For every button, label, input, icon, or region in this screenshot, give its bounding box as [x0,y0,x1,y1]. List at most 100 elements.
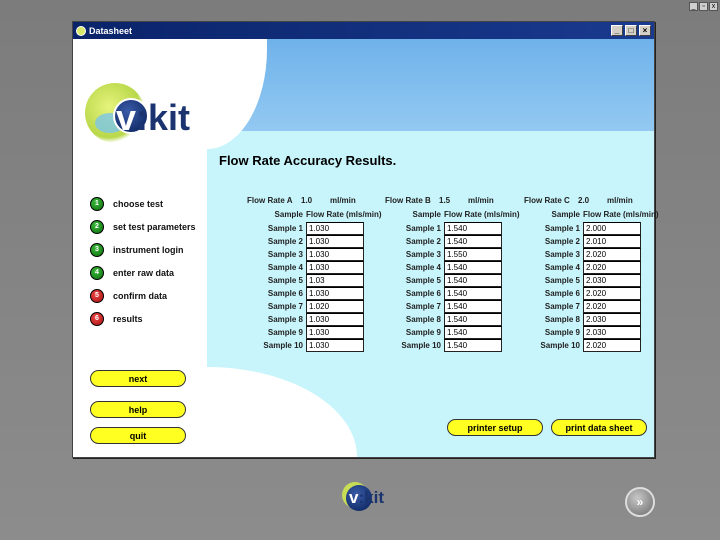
flow-rate-input[interactable]: 2.030 [583,313,641,326]
sample-label: Sample 1 [544,224,580,233]
wizard-steps: 1 choose test 2 set test parameters 3 instrum… [90,192,196,330]
flow-rate-input[interactable]: 2.020 [583,339,641,352]
flow-rate-input[interactable]: 1.030 [306,339,364,352]
close-button[interactable]: × [639,25,651,36]
flow-rate-value: 1.5 [439,196,451,205]
sample-label: Sample 6 [544,289,580,298]
flow-rate-input[interactable]: 1.020 [306,300,364,313]
double-chevron-right-icon: » [636,495,644,509]
window-title: Datasheet [89,25,133,36]
flow-rate-unit: ml/min [330,196,356,205]
sample-label: Sample 4 [405,263,441,272]
flow-rate-input[interactable]: 1.540 [444,261,502,274]
step-label: choose test [113,198,164,209]
sample-label: Sample 3 [267,250,303,259]
wizard-step[interactable]: 6 results [90,307,196,330]
flow-rate-label: Flow Rate A [247,196,293,205]
sample-column-header: Sample [274,210,303,219]
step-label: set test parameters [113,221,196,232]
next-button[interactable]: next [90,370,186,387]
wizard-step[interactable]: 2 set test parameters [90,215,196,238]
window-titlebar[interactable]: Datasheet _ □ × [73,22,654,39]
flow-rate-column-header: Flow Rate (mls/min) [583,210,659,219]
wizard-step[interactable]: 4 enter raw data [90,261,196,284]
sample-label: Sample 8 [544,315,580,324]
sample-label: Sample 8 [405,315,441,324]
desktop-restore-icon[interactable]: ▫ [699,2,708,11]
flow-rate-input[interactable]: 1.03 [306,274,364,287]
flow-rate-input[interactable]: 1.540 [444,326,502,339]
flow-rate-input[interactable]: 1.030 [306,326,364,339]
step-number-icon: 1 [90,196,104,211]
flow-rate-input[interactable]: 1.540 [444,300,502,313]
window-content: v:kit Flow Rate Accuracy Results. 1 choos… [73,39,659,457]
sample-label: Sample 1 [267,224,303,233]
step-number-icon: 5 [90,288,104,303]
sample-label: Sample 3 [405,250,441,259]
sample-column-header: Sample [551,210,580,219]
step-number-icon: 2 [90,219,104,234]
forward-button[interactable]: » [625,487,655,517]
quit-button[interactable]: quit [90,427,186,444]
flow-rate-input[interactable]: 2.010 [583,235,641,248]
flow-rate-column-header: Flow Rate (mls/min) [444,210,520,219]
flow-rate-input[interactable]: 2.030 [583,274,641,287]
logo-text: v:kit [116,97,191,138]
sample-label: Sample 2 [544,237,580,246]
step-number-icon: 3 [90,242,104,257]
flow-rate-input[interactable]: 2.000 [583,222,641,235]
flow-rate-input[interactable]: 1.030 [306,222,364,235]
footer-logo-text: v:kit [349,488,384,507]
sample-label: Sample 9 [267,328,303,337]
flow-rate-input[interactable]: 2.020 [583,248,641,261]
flow-rate-input[interactable]: 2.030 [583,326,641,339]
sample-label: Sample 3 [544,250,580,259]
flow-rate-input[interactable]: 1.030 [306,235,364,248]
step-label: enter raw data [113,267,175,278]
wizard-step[interactable]: 1 choose test [90,192,196,215]
sample-column-header: Sample [412,210,441,219]
sample-label: Sample 6 [267,289,303,298]
maximize-button[interactable]: □ [625,25,637,36]
step-number-icon: 4 [90,265,104,280]
help-button[interactable]: help [90,401,186,418]
flow-rate-input[interactable]: 1.030 [306,313,364,326]
printer-setup-button[interactable]: printer setup [447,419,543,436]
flow-rate-input[interactable]: 1.030 [306,287,364,300]
sample-label: Sample 5 [267,276,303,285]
minimize-button[interactable]: _ [611,25,623,36]
step-number-icon: 6 [90,311,104,326]
sample-label: Sample 7 [544,302,580,311]
flow-rate-input[interactable]: 1.540 [444,287,502,300]
wizard-step[interactable]: 3 instrument login [90,238,196,261]
flow-rate-input[interactable]: 1.540 [444,313,502,326]
window-controls: _ □ × [611,25,654,36]
sample-label: Sample 9 [405,328,441,337]
header-band [207,39,654,131]
sample-label: Sample 10 [540,341,580,350]
flow-rate-input[interactable]: 1.540 [444,274,502,287]
flow-rate-label: Flow Rate B [385,196,431,205]
flow-rate-input[interactable]: 2.020 [583,300,641,313]
desktop-close-icon[interactable]: x [709,2,718,11]
page-title: Flow Rate Accuracy Results. [219,153,397,168]
flow-rate-input[interactable]: 1.550 [444,248,502,261]
sample-label: Sample 10 [263,341,303,350]
step-label: confirm data [113,290,168,301]
flow-rate-value: 1.0 [301,196,313,205]
wizard-step[interactable]: 5 confirm data [90,284,196,307]
flow-rate-unit: ml/min [468,196,494,205]
flow-rate-input[interactable]: 1.030 [306,261,364,274]
flow-rate-input[interactable]: 2.020 [583,261,641,274]
flow-rate-input[interactable]: 1.540 [444,222,502,235]
flow-rate-input[interactable]: 1.540 [444,235,502,248]
footer-logo-prefix: v [349,488,359,507]
flow-rate-input[interactable]: 1.030 [306,248,364,261]
flow-rate-input[interactable]: 2.020 [583,287,641,300]
datasheet-window: Datasheet _ □ × v:kit Flow Rate Accuracy… [72,21,659,458]
sample-label: Sample 2 [405,237,441,246]
sample-label: Sample 4 [544,263,580,272]
desktop-minimize-icon[interactable]: _ [689,2,698,11]
print-data-sheet-button[interactable]: print data sheet [551,419,647,436]
flow-rate-input[interactable]: 1.540 [444,339,502,352]
